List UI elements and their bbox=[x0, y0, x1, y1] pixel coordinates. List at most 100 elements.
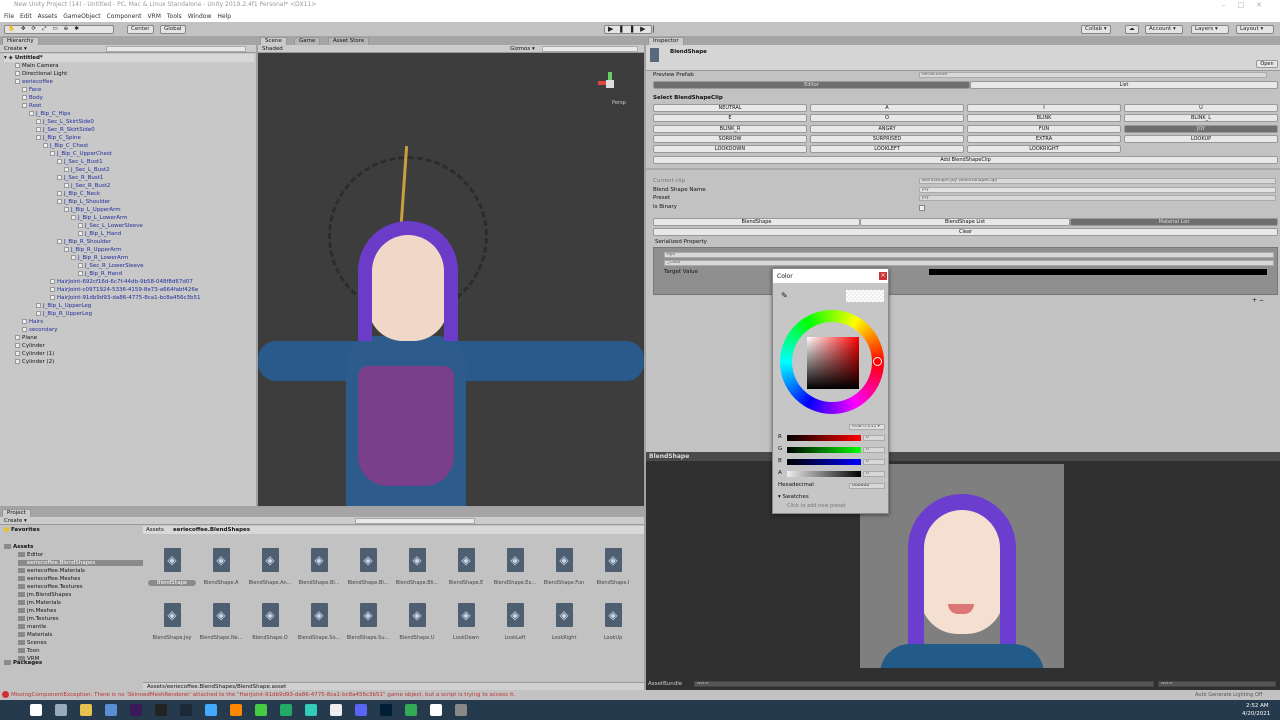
eyedropper-icon[interactable]: ✎ bbox=[781, 291, 788, 300]
photoshop-icon[interactable] bbox=[355, 704, 367, 716]
a-slider[interactable] bbox=[787, 471, 861, 477]
gizmos-dropdown[interactable]: Gizmos ▾ bbox=[510, 46, 535, 52]
hierarchy-item[interactable]: secondary bbox=[22, 326, 58, 334]
hue-handle[interactable] bbox=[873, 357, 882, 366]
clip-button-lookdown[interactable]: LOOKDOWN bbox=[653, 145, 807, 154]
clip-button-lookright[interactable]: LOOKRIGHT bbox=[967, 145, 1121, 154]
file-explorer-icon[interactable] bbox=[80, 704, 92, 716]
project-folder[interactable]: Favorites bbox=[4, 527, 143, 533]
tab-asset-store[interactable]: Asset Store bbox=[328, 37, 370, 45]
hierarchy-item[interactable]: J_Bip_L_LowerArm bbox=[71, 214, 128, 222]
clip-button-u[interactable]: U bbox=[1124, 104, 1278, 112]
layers-button[interactable]: Layers ▾ bbox=[1191, 25, 1229, 34]
asset-item[interactable]: ◈ BlendShape.Ne... bbox=[197, 603, 245, 641]
hierarchy-item[interactable]: Hairs bbox=[22, 318, 43, 326]
project-folder[interactable]: Toon bbox=[18, 648, 143, 654]
clip-button-sorrow[interactable]: SORROW bbox=[653, 134, 807, 143]
asset-item[interactable]: ◈ LookRight bbox=[540, 603, 588, 641]
tab-scene[interactable]: Scene bbox=[260, 37, 287, 45]
hierarchy-item[interactable]: Main Camera bbox=[15, 62, 58, 70]
is-binary-checkbox[interactable] bbox=[919, 205, 925, 211]
clip-button-o[interactable]: O bbox=[810, 114, 964, 123]
clip-button-a[interactable]: A bbox=[810, 104, 964, 112]
lp-icon[interactable] bbox=[380, 704, 392, 716]
asset-item[interactable]: ◈ BlendShape.I bbox=[589, 548, 637, 586]
project-folder[interactable]: jm.BlendShapes bbox=[18, 592, 143, 598]
hierarchy-item[interactable]: Body bbox=[22, 94, 43, 102]
menu-tools[interactable]: Tools bbox=[167, 13, 182, 22]
g-slider[interactable] bbox=[787, 447, 861, 453]
asset-item[interactable]: ◈ BlendShape.E bbox=[442, 548, 490, 586]
asset-item[interactable]: ◈ BlendShape.Ex... bbox=[491, 548, 539, 586]
clip-button-angry[interactable]: ANGRY bbox=[810, 124, 964, 133]
scene-gizmo[interactable] bbox=[598, 72, 622, 96]
clip-button-i[interactable]: I bbox=[967, 104, 1121, 112]
preset-dropdown[interactable]: Joy bbox=[919, 195, 1276, 201]
material-dropdown[interactable]: eye bbox=[664, 252, 1274, 258]
hierarchy-item[interactable]: J_Bip_R_UpperLeg bbox=[36, 310, 92, 318]
tab-list[interactable]: List bbox=[970, 81, 1278, 89]
project-folder[interactable]: Materials bbox=[18, 632, 143, 638]
hierarchy-item[interactable]: J_Bip_L_UpperArm bbox=[64, 206, 121, 214]
task-view-icon[interactable] bbox=[55, 704, 67, 716]
asset-item[interactable]: ◈ BlendShape.So... bbox=[295, 603, 343, 641]
clip-button-lookleft[interactable]: LOOKLEFT bbox=[810, 145, 964, 154]
clip-button-fun[interactable]: FUN bbox=[967, 124, 1121, 133]
hierarchy-item[interactable]: Root bbox=[22, 102, 41, 110]
hierarchy-item[interactable]: Cylinder bbox=[15, 342, 45, 350]
project-folder[interactable]: jm.Textures bbox=[18, 616, 143, 622]
clip-button-neutral[interactable]: NEUTRAL bbox=[653, 104, 807, 112]
breadcrumb-current[interactable]: eeriecoffee.BlendShapes bbox=[173, 527, 250, 533]
asset-item[interactable]: ◈ BlendShape.Bl... bbox=[344, 548, 392, 586]
asset-item[interactable]: ◈ BlendShape.Joy bbox=[148, 603, 196, 641]
target-color-field[interactable] bbox=[929, 269, 1267, 275]
a-input[interactable]: 0 bbox=[863, 471, 885, 477]
play-controls[interactable]: ▶❚❚▶❘ bbox=[604, 25, 656, 34]
menu-edit[interactable]: Edit bbox=[20, 13, 32, 22]
hierarchy-item[interactable]: J_Sec_L_LowerSleeve bbox=[78, 222, 143, 230]
hierarchy-item[interactable]: eeriecoffee bbox=[15, 78, 53, 86]
tab-blendshape-list[interactable]: BlendShape List bbox=[860, 218, 1070, 226]
unity-hub-icon[interactable] bbox=[405, 704, 417, 716]
menu-file[interactable]: File bbox=[4, 13, 14, 22]
paint-icon[interactable] bbox=[105, 704, 117, 716]
hierarchy-item[interactable]: HairJoint-692cf16d-6c7f-44db-9b58-048f8d… bbox=[50, 278, 193, 286]
asset-item[interactable]: ◈ BlendShape bbox=[148, 548, 196, 586]
hierarchy-item[interactable]: Cylinder (1) bbox=[15, 350, 54, 358]
cloud-button[interactable]: ☁ bbox=[1125, 25, 1139, 34]
hierarchy-item[interactable]: J_Bip_C_Neck bbox=[57, 190, 100, 198]
project-folder[interactable]: Assets bbox=[4, 544, 143, 550]
hierarchy-item[interactable]: HairJoint-c0971924-5336-4159-8e73-a664fa… bbox=[50, 286, 198, 294]
variant-dropdown[interactable]: None bbox=[1158, 681, 1276, 687]
clip-button-blink_l[interactable]: BLINK_L bbox=[1124, 114, 1278, 123]
hierarchy-item[interactable]: J_Sec_L_Bust1 bbox=[57, 158, 103, 166]
asset-item[interactable]: ◈ LookUp bbox=[589, 603, 637, 641]
hierarchy-search[interactable] bbox=[106, 46, 246, 52]
swatches-toggle[interactable]: ▾ Swatches bbox=[778, 494, 809, 500]
blend-shape-name-input[interactable]: Joy bbox=[919, 187, 1276, 193]
project-folder[interactable]: eeriecoffee.Meshes bbox=[18, 576, 143, 582]
b-input[interactable]: 0 bbox=[863, 459, 885, 465]
hierarchy-item[interactable]: J_Sec_L_SkirtSide0 bbox=[36, 118, 94, 126]
pivot-global-button[interactable]: Global bbox=[160, 25, 186, 34]
tab-editor[interactable]: Editor bbox=[653, 81, 970, 89]
hierarchy-item[interactable]: Plane bbox=[15, 334, 37, 342]
tab-material-list[interactable]: Material List bbox=[1070, 218, 1278, 226]
saturation-value-square[interactable] bbox=[807, 337, 859, 389]
hierarchy-item[interactable]: J_Bip_R_UpperArm bbox=[64, 246, 121, 254]
hierarchy-item[interactable]: J_Bip_L_Shoulder bbox=[57, 198, 110, 206]
hierarchy-item[interactable]: J_Sec_R_Bust1 bbox=[57, 174, 103, 182]
menu-vrm[interactable]: VRM bbox=[147, 13, 160, 22]
close-icon[interactable]: × bbox=[879, 272, 887, 280]
clip-button-blink_r[interactable]: BLINK_R bbox=[653, 124, 807, 133]
open-button[interactable]: Open bbox=[1256, 60, 1278, 68]
account-button[interactable]: Account ▾ bbox=[1145, 25, 1183, 34]
asset-item[interactable]: ◈ BlendShape.Su... bbox=[344, 603, 392, 641]
hierarchy-item[interactable]: J_Sec_R_Bust2 bbox=[64, 182, 110, 190]
layout-button[interactable]: Layout ▾ bbox=[1236, 25, 1274, 34]
premiere-icon[interactable] bbox=[130, 704, 142, 716]
tab-inspector[interactable]: Inspector bbox=[648, 37, 684, 45]
hierarchy-item[interactable]: J_Sec_L_Bust2 bbox=[64, 166, 110, 174]
assetbundle-dropdown[interactable]: None bbox=[694, 681, 1154, 687]
menu-component[interactable]: Component bbox=[107, 13, 142, 22]
